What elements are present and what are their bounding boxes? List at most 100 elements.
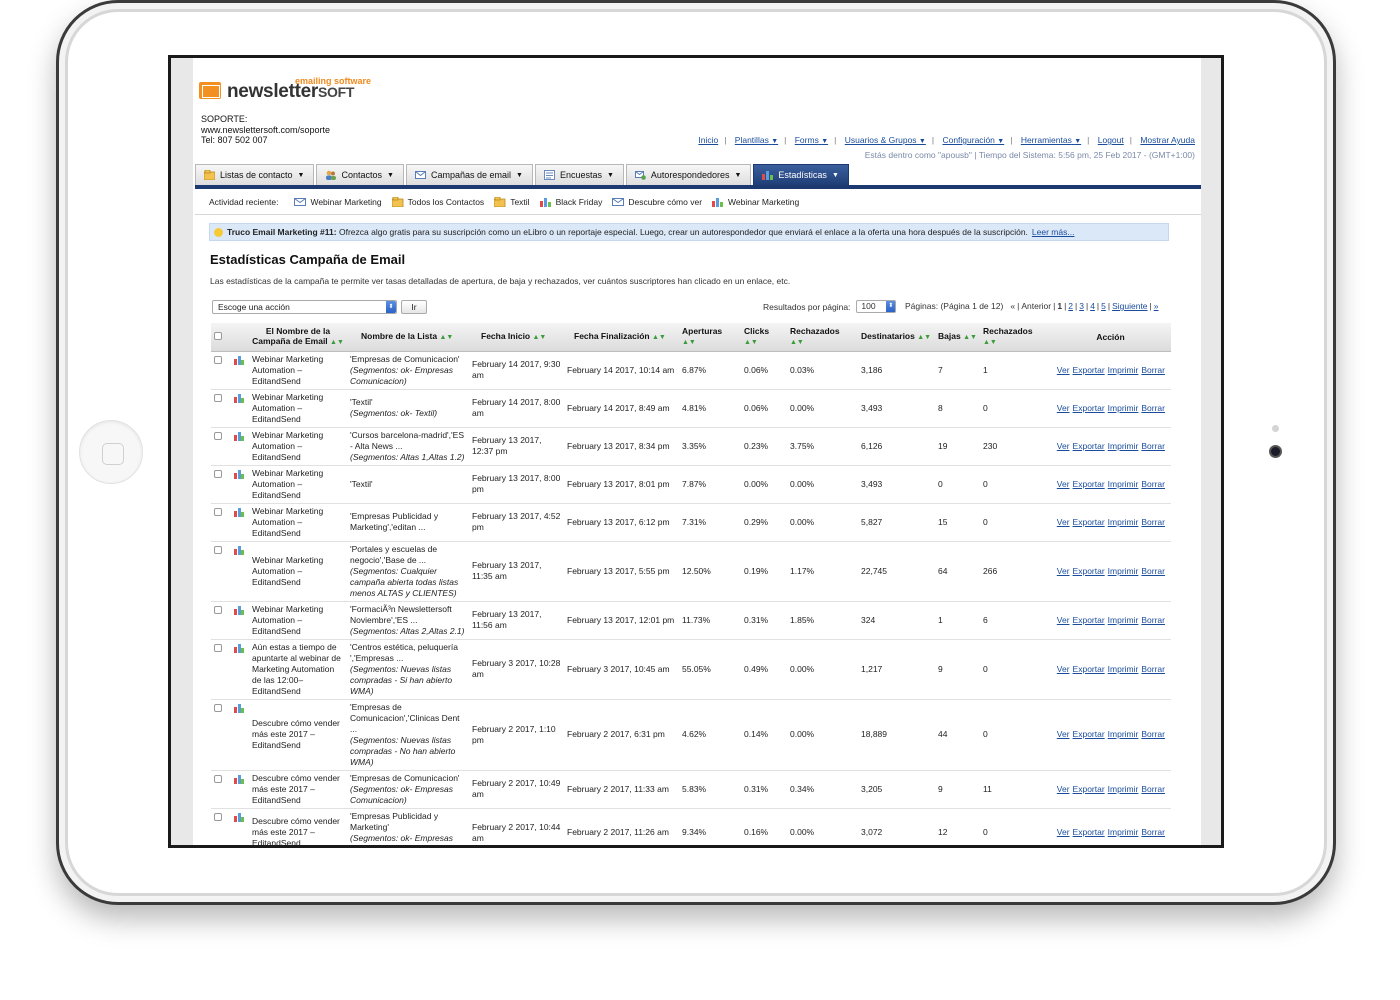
pager-page[interactable]: 2: [1068, 301, 1073, 311]
delete-link[interactable]: Borrar: [1141, 664, 1165, 674]
tab-listas-de-contacto[interactable]: Listas de contacto ▼: [195, 164, 315, 185]
export-link[interactable]: Exportar: [1073, 517, 1105, 527]
delete-link[interactable]: Borrar: [1141, 729, 1165, 739]
list-name-cell: 'Textil' (Segmentos: ok- Textil): [347, 389, 469, 428]
row-checkbox[interactable]: [214, 812, 222, 821]
col-header-unsubscribes[interactable]: Bajas ▲▼: [935, 323, 980, 352]
recent-item[interactable]: Textil: [493, 196, 530, 208]
export-link[interactable]: Exportar: [1073, 615, 1105, 625]
row-icon-cell: [231, 699, 249, 771]
nav-inicio[interactable]: Inicio: [698, 135, 718, 145]
row-checkbox[interactable]: [214, 703, 222, 712]
row-checkbox[interactable]: [214, 355, 222, 364]
view-link[interactable]: Ver: [1057, 566, 1070, 576]
row-checkbox[interactable]: [214, 507, 222, 516]
print-link[interactable]: Imprimir: [1108, 517, 1139, 527]
row-checkbox[interactable]: [214, 431, 222, 440]
tab-encuestas[interactable]: Encuestas ▼: [534, 164, 624, 185]
delete-link[interactable]: Borrar: [1141, 615, 1165, 625]
export-link[interactable]: Exportar: [1073, 729, 1105, 739]
bulk-action-select[interactable]: Escoge una acción ⬍: [212, 300, 397, 314]
export-link[interactable]: Exportar: [1073, 664, 1105, 674]
view-link[interactable]: Ver: [1057, 827, 1070, 837]
recent-item[interactable]: Todos los Contactos: [391, 196, 484, 208]
print-link[interactable]: Imprimir: [1108, 403, 1139, 413]
row-checkbox[interactable]: [214, 774, 222, 783]
per-page-select[interactable]: 100 ⬍: [856, 300, 897, 313]
nav-configuracion[interactable]: Configuración ▼: [942, 135, 1004, 145]
delete-link[interactable]: Borrar: [1141, 566, 1165, 576]
tip-read-more-link[interactable]: Leer más...: [1032, 227, 1075, 237]
delete-link[interactable]: Borrar: [1141, 403, 1165, 413]
col-header-recipients[interactable]: Destinatarios ▲▼: [858, 323, 935, 352]
export-link[interactable]: Exportar: [1073, 479, 1105, 489]
print-link[interactable]: Imprimir: [1108, 479, 1139, 489]
tab-estadisticas[interactable]: Estadísticas ▼: [753, 164, 849, 185]
view-link[interactable]: Ver: [1057, 441, 1070, 451]
export-link[interactable]: Exportar: [1073, 441, 1105, 451]
row-checkbox[interactable]: [214, 545, 222, 554]
col-header-list-name[interactable]: Nombre de la Lista ▲▼: [347, 323, 469, 352]
recent-item[interactable]: Descubre cómo ver: [612, 197, 702, 207]
print-link[interactable]: Imprimir: [1108, 729, 1139, 739]
nav-mostrar-ayuda[interactable]: Mostrar Ayuda: [1140, 135, 1195, 145]
view-link[interactable]: Ver: [1057, 517, 1070, 527]
delete-link[interactable]: Borrar: [1141, 517, 1165, 527]
col-header-campaign-name[interactable]: El Nombre de la Campaña de Email ▲▼: [249, 323, 347, 352]
print-link[interactable]: Imprimir: [1108, 365, 1139, 375]
go-button[interactable]: Ir: [401, 300, 427, 314]
col-header-end-date[interactable]: Fecha Finalización ▲▼: [564, 323, 679, 352]
print-link[interactable]: Imprimir: [1108, 615, 1139, 625]
view-link[interactable]: Ver: [1057, 615, 1070, 625]
nav-forms[interactable]: Forms ▼: [795, 135, 828, 145]
recent-item[interactable]: Webinar Marketing: [712, 197, 799, 207]
print-link[interactable]: Imprimir: [1108, 784, 1139, 794]
view-link[interactable]: Ver: [1057, 403, 1070, 413]
select-all-checkbox[interactable]: [214, 331, 222, 340]
row-checkbox[interactable]: [214, 393, 222, 402]
export-link[interactable]: Exportar: [1073, 403, 1105, 413]
recent-item[interactable]: Black Friday: [539, 197, 602, 207]
delete-link[interactable]: Borrar: [1141, 365, 1165, 375]
view-link[interactable]: Ver: [1057, 729, 1070, 739]
pager-page[interactable]: 4: [1090, 301, 1095, 311]
nav-plantillas[interactable]: Plantillas ▼: [735, 135, 778, 145]
newslettersoft-logo[interactable]: emailing software newsletterSOFT: [197, 74, 397, 114]
recent-item[interactable]: Webinar Marketing: [294, 197, 382, 207]
pager-next[interactable]: Siguiente: [1112, 301, 1147, 311]
col-header-clicks[interactable]: Clicks ▲▼: [741, 323, 787, 352]
export-link[interactable]: Exportar: [1073, 827, 1105, 837]
export-link[interactable]: Exportar: [1073, 365, 1105, 375]
pager-last[interactable]: »: [1154, 301, 1159, 311]
tab-contactos[interactable]: Contactos ▼: [316, 164, 404, 185]
print-link[interactable]: Imprimir: [1108, 664, 1139, 674]
view-link[interactable]: Ver: [1057, 479, 1070, 489]
delete-link[interactable]: Borrar: [1141, 784, 1165, 794]
nav-herramientas[interactable]: Herramientas ▼: [1021, 135, 1081, 145]
col-header-opens[interactable]: Aperturas ▲▼: [679, 323, 741, 352]
view-link[interactable]: Ver: [1057, 664, 1070, 674]
tab-campanas-de-email[interactable]: Campañas de email ▼: [405, 164, 533, 185]
col-header-bounced[interactable]: Rechazados ▲▼: [980, 323, 1050, 352]
print-link[interactable]: Imprimir: [1108, 441, 1139, 451]
main-tabs: Listas de contacto ▼ Contactos ▼ Campañas …: [195, 164, 849, 185]
row-checkbox[interactable]: [214, 469, 222, 478]
view-link[interactable]: Ver: [1057, 365, 1070, 375]
row-checkbox[interactable]: [214, 605, 222, 614]
tab-autorespondedores[interactable]: Autorespondedores ▼: [625, 164, 752, 185]
delete-link[interactable]: Borrar: [1141, 827, 1165, 837]
nav-logout[interactable]: Logout: [1098, 135, 1124, 145]
print-link[interactable]: Imprimir: [1108, 827, 1139, 837]
pager-page[interactable]: 3: [1079, 301, 1084, 311]
col-header-start-date[interactable]: Fecha Inicio ▲▼: [469, 323, 564, 352]
delete-link[interactable]: Borrar: [1141, 441, 1165, 451]
col-header-bounces[interactable]: Rechazados ▲▼: [787, 323, 858, 352]
view-link[interactable]: Ver: [1057, 784, 1070, 794]
nav-usuarios-grupos[interactable]: Usuarios & Grupos ▼: [845, 135, 926, 145]
print-link[interactable]: Imprimir: [1108, 566, 1139, 576]
export-link[interactable]: Exportar: [1073, 784, 1105, 794]
export-link[interactable]: Exportar: [1073, 566, 1105, 576]
pager-page[interactable]: 5: [1101, 301, 1106, 311]
delete-link[interactable]: Borrar: [1141, 479, 1165, 489]
row-checkbox[interactable]: [214, 643, 222, 652]
